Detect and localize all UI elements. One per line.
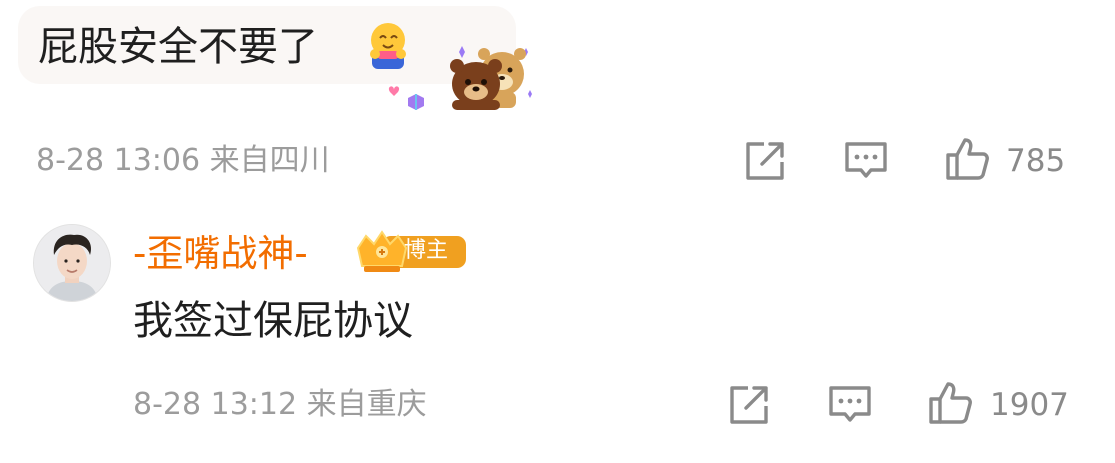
avatar[interactable] (33, 224, 111, 302)
share-icon (730, 386, 768, 424)
comment-location: 来自四川 (209, 143, 330, 178)
comment-time: 8-28 13:06 (36, 143, 201, 178)
like-count: 785 (1006, 143, 1066, 179)
thumbs-up-icon (946, 138, 989, 180)
like-button[interactable] (944, 136, 990, 182)
username-link[interactable]: -歪嘴战神- (133, 232, 308, 276)
reply-meta: 8-28 13:12 来自重庆 (133, 387, 427, 423)
comment-meta: 8-28 13:06 来自四川 (36, 143, 330, 179)
share-button[interactable] (742, 138, 788, 184)
reply-like-count: 1907 (990, 387, 1069, 423)
user-avatar-icon (34, 225, 110, 301)
reply-time: 8-28 13:12 (133, 387, 298, 422)
reply-text: 我签过保屁协议 (133, 298, 413, 344)
reply-like-button[interactable] (927, 380, 973, 426)
comment-icon (829, 386, 871, 422)
reply-location: 来自重庆 (306, 387, 427, 422)
comment-button[interactable] (843, 138, 889, 184)
comment-icon (845, 142, 887, 178)
badge-label: 博主 (404, 238, 449, 263)
share-icon (746, 142, 784, 180)
thumbs-up-icon (929, 382, 972, 424)
reply-comment-button[interactable] (827, 382, 873, 428)
comment-text: 屁股安全不要了 (38, 24, 318, 70)
reply-share-button[interactable] (726, 382, 772, 428)
bear-sticker-icon (380, 40, 540, 110)
